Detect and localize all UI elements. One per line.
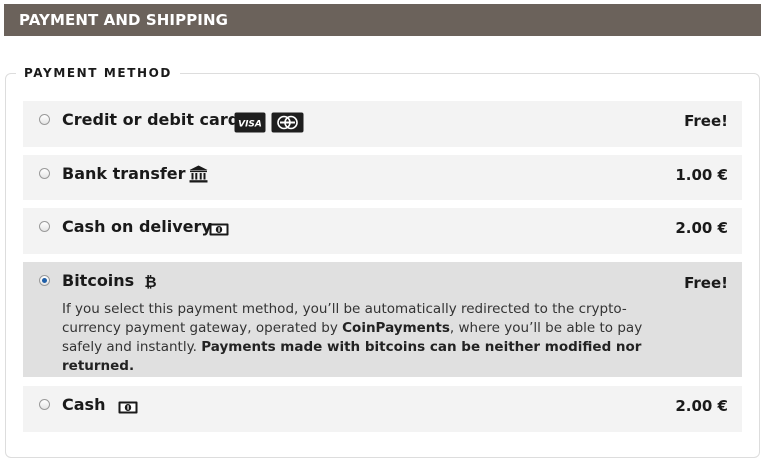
mastercard-icon — [271, 112, 304, 137]
payment-option-bank-transfer[interactable]: Bank transfer 1.00 € — [23, 155, 742, 200]
payment-radio-cash-on-delivery[interactable] — [39, 221, 50, 232]
payment-radio-bitcoins[interactable] — [39, 275, 50, 286]
payment-option-label: Cash on delivery — [62, 217, 212, 236]
section-header: PAYMENT AND SHIPPING — [4, 4, 761, 36]
payment-option-price: 2.00 € — [675, 397, 728, 415]
payment-option-card[interactable]: Credit or debit card VISA Free! — [23, 101, 742, 147]
payment-option-price: 2.00 € — [675, 219, 728, 237]
bitcoin-icon: ₿ — [144, 273, 157, 294]
payment-option-label: Bank transfer — [62, 164, 186, 183]
payment-option-price: Free! — [684, 112, 728, 130]
payment-option-bitcoins[interactable]: Bitcoins ₿ Free! If you select this paym… — [23, 262, 742, 377]
payment-method-legend: PAYMENT METHOD — [16, 66, 180, 80]
payment-option-label: Cash — [62, 395, 106, 414]
banknote-icon — [118, 399, 138, 418]
payment-radio-bank-transfer[interactable] — [39, 168, 50, 179]
banknote-icon — [209, 221, 229, 240]
payment-option-price: Free! — [684, 274, 728, 292]
payment-radio-card[interactable] — [39, 114, 50, 125]
bitcoin-description: If you select this payment method, you’l… — [62, 301, 643, 374]
payment-option-price: 1.00 € — [675, 166, 728, 184]
svg-text:VISA: VISA — [238, 120, 262, 130]
payment-option-cash-on-delivery[interactable]: Cash on delivery 2.00 € — [23, 208, 742, 254]
visa-icon: VISA — [234, 112, 266, 137]
payment-option-label: Bitcoins — [62, 271, 135, 290]
payment-option-label: Credit or debit card — [62, 110, 240, 129]
payment-radio-cash[interactable] — [39, 399, 50, 410]
payment-option-cash[interactable]: Cash 2.00 € — [23, 386, 742, 432]
bank-icon — [189, 165, 208, 187]
svg-text:₿: ₿ — [144, 273, 156, 290]
section-title: PAYMENT AND SHIPPING — [19, 11, 229, 29]
